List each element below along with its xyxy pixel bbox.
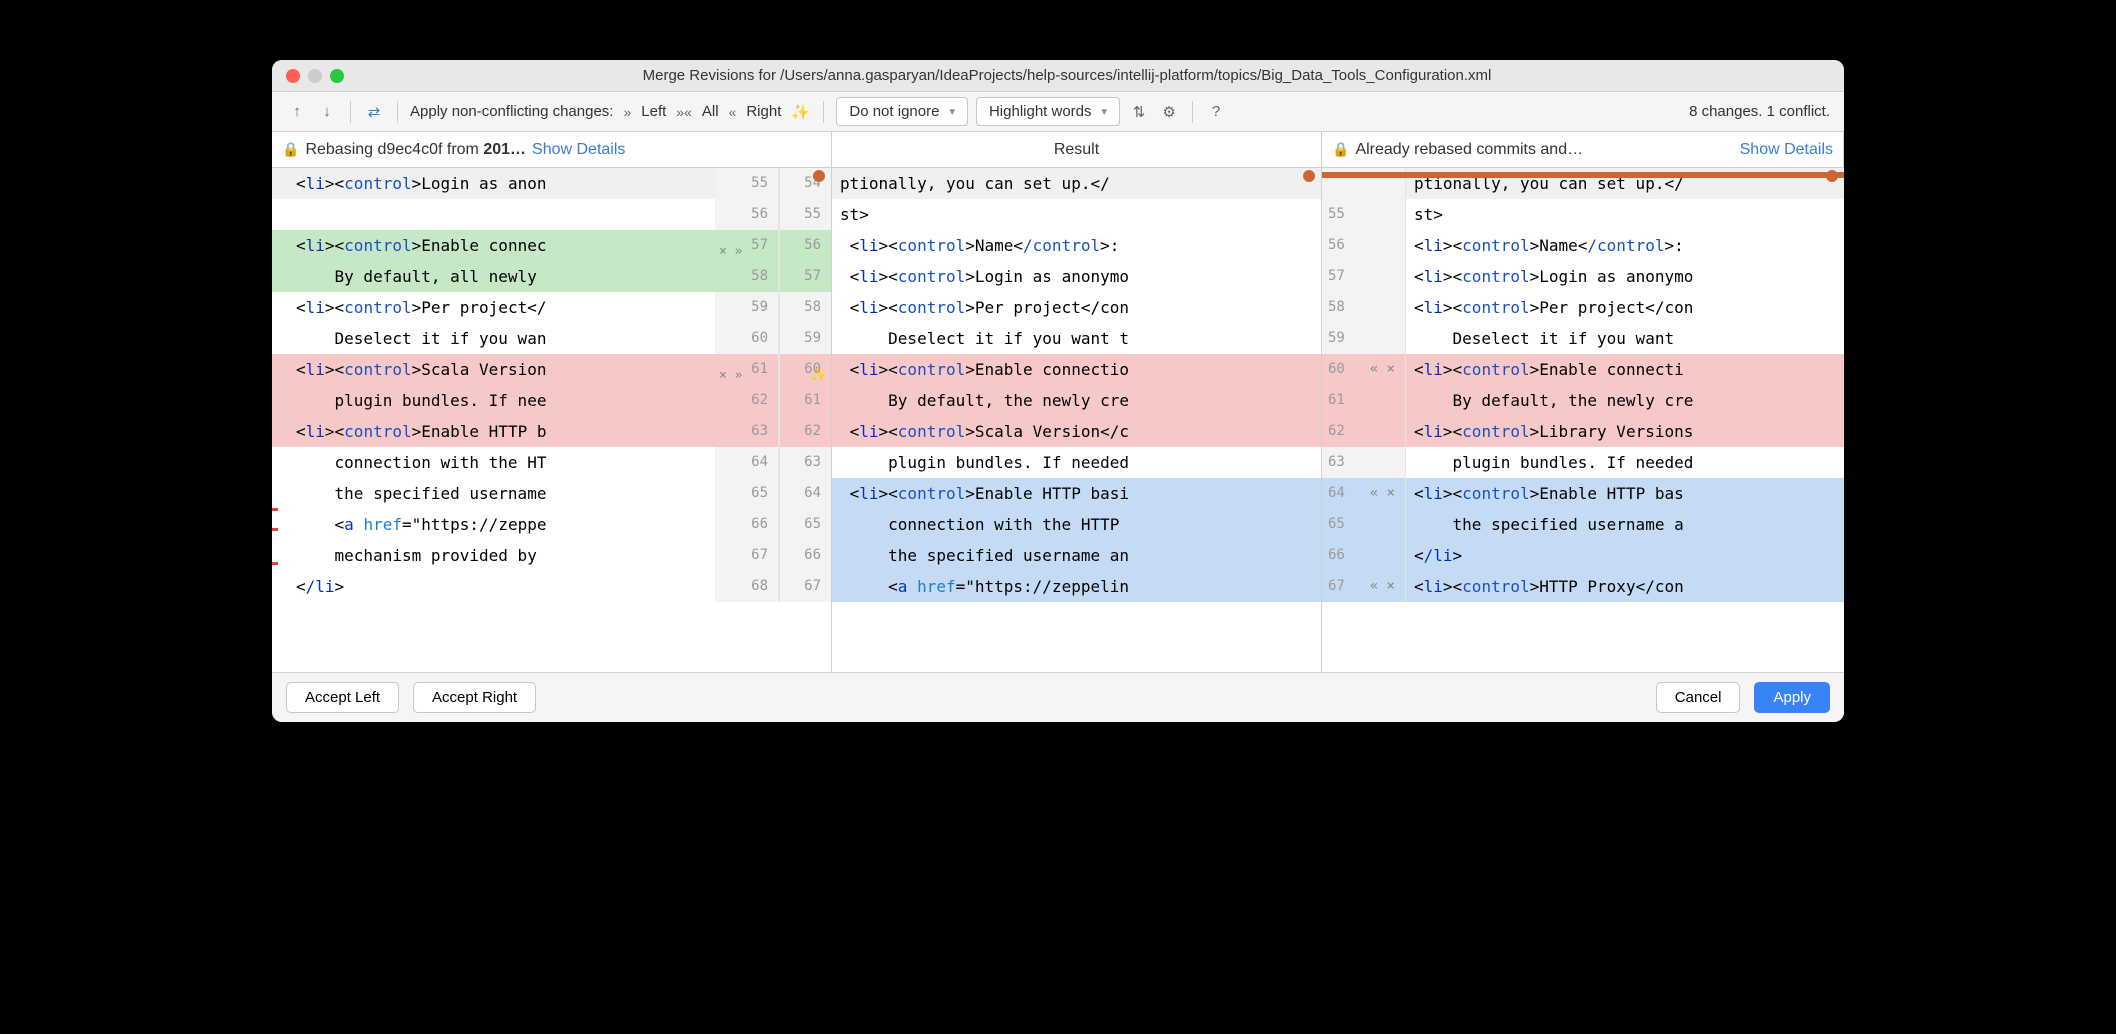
- code-line[interactable]: 63 plugin bundles. If needed: [1322, 447, 1844, 478]
- pane-headers: 🔒 Rebasing d9ec4c0f from 201… Show Detai…: [272, 132, 1844, 168]
- apply-label: Apply non-conflicting changes:: [410, 103, 613, 120]
- code-line[interactable]: <li><control>Login as anon5554: [272, 168, 831, 199]
- show-details-right[interactable]: Show Details: [1740, 141, 1833, 159]
- code-line[interactable]: the specified username6564: [272, 478, 831, 509]
- next-change-icon[interactable]: ↓: [316, 101, 338, 123]
- code-line[interactable]: Deselect it if you want t: [832, 323, 1321, 354]
- code-line[interactable]: <li><control>Enable HTTP b6362: [272, 416, 831, 447]
- code-line[interactable]: <li><control>Enable connectio: [832, 354, 1321, 385]
- right-header: Already rebased commits and…: [1355, 141, 1583, 159]
- code-line[interactable]: <li><control>Scala Version</c: [832, 416, 1321, 447]
- help-icon[interactable]: ?: [1205, 101, 1227, 123]
- left-header: Rebasing d9ec4c0f from 201…: [305, 141, 526, 159]
- code-line[interactable]: st>: [832, 199, 1321, 230]
- code-line[interactable]: 60« ×<li><control>Enable connecti: [1322, 354, 1844, 385]
- code-line[interactable]: 65 the specified username a: [1322, 509, 1844, 540]
- right-pane: ptionally, you can set up.</55st>56<li><…: [1322, 168, 1844, 672]
- window-title: Merge Revisions for /Users/anna.gasparya…: [304, 67, 1830, 84]
- code-line[interactable]: connection with the HTTP: [832, 509, 1321, 540]
- close-icon[interactable]: [286, 69, 300, 83]
- code-line[interactable]: connection with the HT6463: [272, 447, 831, 478]
- result-pane: ptionally, you can set up.</st> <li><con…: [832, 168, 1322, 672]
- apply-hunk-icon[interactable]: « ×: [1370, 354, 1395, 385]
- apply-hunk-icon[interactable]: « ×: [1370, 571, 1395, 602]
- code-line[interactable]: <li><control>Name</control>:: [832, 230, 1321, 261]
- code-line[interactable]: <a href="https://zeppe6665: [272, 509, 831, 540]
- prev-change-icon[interactable]: ↑: [286, 101, 308, 123]
- code-line[interactable]: 58<li><control>Per project</con: [1322, 292, 1844, 323]
- code-line[interactable]: 57<li><control>Login as anonymo: [1322, 261, 1844, 292]
- code-line[interactable]: <li><control>Per project</con: [832, 292, 1321, 323]
- accept-right-button[interactable]: Accept Right: [413, 682, 536, 713]
- error-icon: [1826, 170, 1838, 182]
- code-line[interactable]: <li><control>Enable HTTP basi: [832, 478, 1321, 509]
- code-line[interactable]: 61 By default, the newly cre: [1322, 385, 1844, 416]
- compare-icon[interactable]: ⇄: [363, 101, 385, 123]
- titlebar: Merge Revisions for /Users/anna.gasparya…: [272, 60, 1844, 92]
- error-icon: [1303, 170, 1315, 182]
- accept-left-button[interactable]: Accept Left: [286, 682, 399, 713]
- merge-window: Merge Revisions for /Users/anna.gasparya…: [272, 60, 1844, 722]
- code-line[interactable]: plugin bundles. If nee6261: [272, 385, 831, 416]
- result-header: Result: [1054, 141, 1099, 159]
- status-text: 8 changes. 1 conflict.: [1689, 103, 1830, 120]
- code-line[interactable]: mechanism provided by 6766: [272, 540, 831, 571]
- apply-hunk-icon[interactable]: « ×: [1370, 478, 1395, 509]
- code-line[interactable]: Deselect it if you wan6059: [272, 323, 831, 354]
- error-icon: [813, 170, 825, 182]
- chevrons-right-icon: »: [623, 104, 631, 120]
- code-line[interactable]: the specified username an: [832, 540, 1321, 571]
- code-line[interactable]: <li><control>Scala Version× »61✨60: [272, 354, 831, 385]
- code-line[interactable]: ptionally, you can set up.</: [832, 168, 1321, 199]
- code-line[interactable]: <li><control>Enable connec× »5756: [272, 230, 831, 261]
- chevrons-both-icon: »«: [676, 104, 692, 120]
- code-line[interactable]: </li>6867: [272, 571, 831, 602]
- code-line[interactable]: 67« ×<li><control>HTTP Proxy</con: [1322, 571, 1844, 602]
- apply-left-button[interactable]: Left: [641, 103, 666, 120]
- code-line[interactable]: By default, all newly5857: [272, 261, 831, 292]
- diff-content: <li><control>Login as anon55545655<li><c…: [272, 168, 1844, 672]
- code-line[interactable]: 55st>: [1322, 199, 1844, 230]
- ignore-policy-dropdown[interactable]: Do not ignore ▾: [836, 97, 968, 126]
- code-line[interactable]: 62<li><control>Library Versions: [1322, 416, 1844, 447]
- show-details-left[interactable]: Show Details: [532, 141, 625, 159]
- cancel-button[interactable]: Cancel: [1656, 682, 1741, 713]
- lock-icon: 🔒: [282, 141, 299, 158]
- code-line[interactable]: plugin bundles. If needed: [832, 447, 1321, 478]
- code-line[interactable]: 64« ×<li><control>Enable HTTP bas: [1322, 478, 1844, 509]
- chevron-down-icon: ▾: [949, 105, 955, 118]
- code-line[interactable]: 66</li>: [1322, 540, 1844, 571]
- apply-all-button[interactable]: All: [702, 103, 719, 120]
- highlight-dropdown[interactable]: Highlight words ▾: [976, 97, 1120, 126]
- code-line[interactable]: <a href="https://zeppelin: [832, 571, 1321, 602]
- gear-icon[interactable]: ⚙: [1158, 101, 1180, 123]
- code-line[interactable]: <li><control>Per project</5958: [272, 292, 831, 323]
- code-line[interactable]: 5655: [272, 199, 831, 230]
- apply-button[interactable]: Apply: [1754, 682, 1830, 713]
- code-line[interactable]: <li><control>Login as anonymo: [832, 261, 1321, 292]
- chevron-down-icon: ▾: [1102, 105, 1108, 118]
- sync-scroll-icon[interactable]: ⇅: [1128, 101, 1150, 123]
- toolbar: ↑ ↓ ⇄ Apply non-conflicting changes: » L…: [272, 92, 1844, 132]
- code-line[interactable]: 59 Deselect it if you want: [1322, 323, 1844, 354]
- code-line[interactable]: 56<li><control>Name</control>:: [1322, 230, 1844, 261]
- magic-resolve-icon[interactable]: ✨: [789, 101, 811, 123]
- left-pane: <li><control>Login as anon55545655<li><c…: [272, 168, 832, 672]
- lock-icon: 🔒: [1332, 141, 1349, 158]
- apply-right-button[interactable]: Right: [746, 103, 781, 120]
- footer: Accept Left Accept Right Cancel Apply: [272, 672, 1844, 722]
- code-line[interactable]: By default, the newly cre: [832, 385, 1321, 416]
- chevrons-left-icon: «: [729, 104, 737, 120]
